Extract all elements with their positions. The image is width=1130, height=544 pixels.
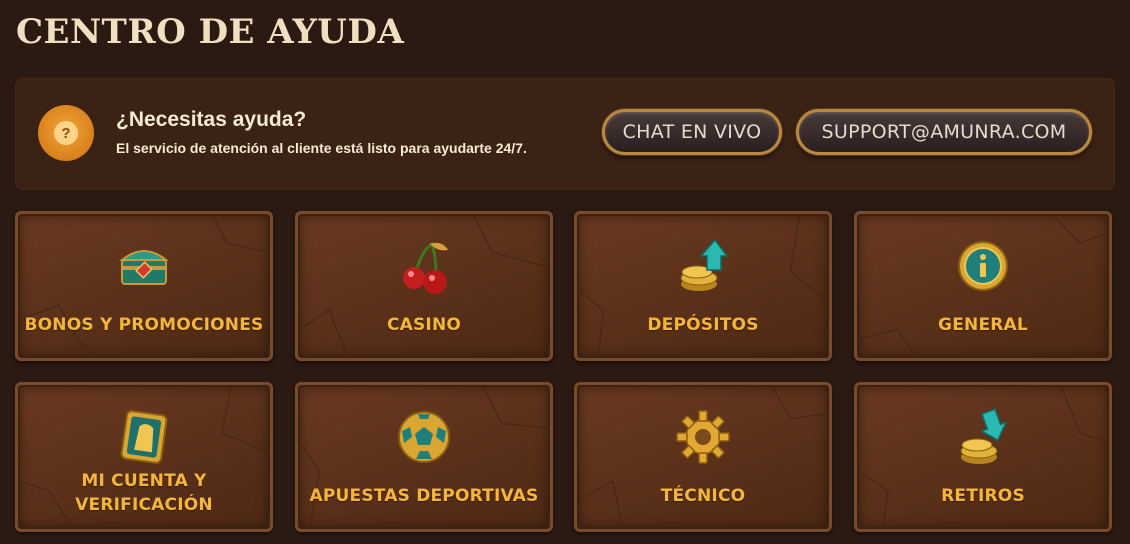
- category-card-general[interactable]: GENERAL: [854, 211, 1112, 361]
- help-banner: ? ¿Necesitas ayuda? El servicio de atenc…: [15, 78, 1115, 190]
- coins-arrow-down-icon: [960, 408, 1008, 464]
- category-label: TÉCNICO: [660, 486, 746, 506]
- category-card-depositos[interactable]: DEPÓSITOS: [574, 211, 832, 361]
- category-label: GENERAL: [938, 315, 1028, 335]
- support-email-button[interactable]: SUPPORT@AMUNRA.COM: [796, 109, 1092, 155]
- live-chat-button[interactable]: CHAT EN VIVO: [602, 109, 782, 155]
- category-label: APUESTAS DEPORTIVAS: [309, 486, 539, 506]
- gear-icon: [676, 410, 730, 464]
- category-card-tecnico[interactable]: TÉCNICO: [574, 382, 832, 532]
- help-subtitle: El servicio de atención al cliente está …: [116, 140, 527, 156]
- info-coin-icon: [958, 241, 1008, 291]
- question-icon: ?: [38, 105, 94, 161]
- page-title: CENTRO DE AYUDA: [16, 12, 405, 52]
- cherries-icon: [403, 241, 448, 294]
- pharaoh-card-icon: [120, 410, 168, 464]
- category-label: MI CUENTA Y VERIFICACIÓN: [75, 471, 213, 515]
- soccer-ball-icon: [398, 411, 450, 463]
- help-center-page: CENTRO DE AYUDA ? ¿Necesitas ayuda? El s…: [0, 0, 1130, 544]
- category-card-apuestas[interactable]: APUESTAS DEPORTIVAS: [295, 382, 553, 532]
- category-label: BONOS Y PROMOCIONES: [24, 315, 264, 335]
- category-label: DEPÓSITOS: [647, 315, 759, 335]
- category-label: RETIROS: [941, 486, 1025, 506]
- coins-arrow-up-icon: [680, 238, 729, 291]
- help-heading: ¿Necesitas ayuda?: [116, 108, 307, 131]
- category-card-mi-cuenta[interactable]: MI CUENTA Y VERIFICACIÓN: [15, 382, 273, 532]
- category-label: CASINO: [386, 315, 462, 335]
- treasure-chest-icon: [119, 250, 169, 285]
- category-card-casino[interactable]: CASINO: [295, 211, 553, 361]
- category-card-bonos[interactable]: BONOS Y PROMOCIONES: [15, 211, 273, 361]
- category-card-retiros[interactable]: RETIROS: [854, 382, 1112, 532]
